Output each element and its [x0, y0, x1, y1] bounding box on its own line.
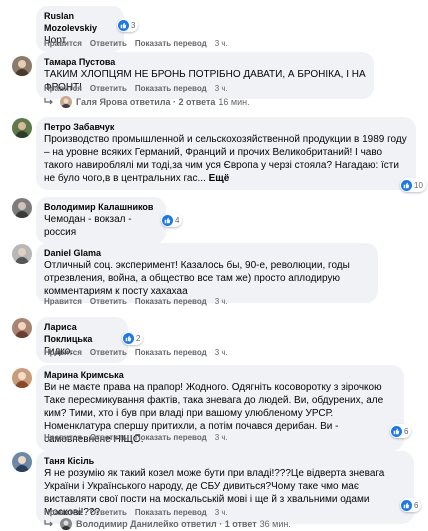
avatar[interactable]	[12, 56, 32, 76]
comment-actions: Нравится Ответить Показать перевод 3 ч.	[44, 348, 228, 357]
reply-link[interactable]: Ответить	[90, 508, 127, 517]
like-icon	[123, 332, 134, 344]
translate-link[interactable]: Показать перевод	[135, 84, 207, 93]
see-more-link[interactable]: Ещё	[209, 173, 230, 184]
comment-time[interactable]: 3 ч.	[215, 508, 228, 517]
reaction-count[interactable]: 6	[400, 498, 422, 512]
translate-link[interactable]: Показать перевод	[135, 508, 207, 517]
like-icon	[401, 179, 412, 191]
reply-link[interactable]: Ответить	[90, 297, 127, 306]
like-icon	[401, 499, 412, 511]
translate-link[interactable]: Показать перевод	[135, 348, 207, 357]
comment-text: Чемодан - вокзал - россия	[44, 214, 132, 238]
reply-link[interactable]: Ответить	[90, 433, 127, 442]
like-link[interactable]: Нравится	[44, 433, 82, 442]
reply-arrow-icon	[44, 520, 53, 527]
view-replies[interactable]: Володимир Данилейко ответил · 1 ответ 36 …	[44, 518, 291, 530]
like-link[interactable]: Нравится	[44, 84, 82, 93]
comment-actions: Нравится Ответить Показать перевод 3 ч.	[44, 39, 228, 48]
avatar[interactable]	[12, 118, 32, 138]
like-link[interactable]: Нравится	[44, 39, 82, 48]
comment-time[interactable]: 3 ч.	[215, 39, 228, 48]
reply-arrow-icon	[44, 98, 53, 105]
comment-actions: Нравится Ответить Показать перевод 3 ч.	[44, 433, 228, 442]
comment-time[interactable]: 3 ч.	[215, 297, 228, 306]
comment-actions: Нравится Ответить Показать перевод 3 ч.	[44, 84, 228, 93]
comment-bubble: Daniel Glama Отличный соц. эксперимент! …	[36, 243, 378, 303]
like-link[interactable]: Нравится	[44, 297, 82, 306]
comment-actions: Нравится Ответить Показать перевод 3 ч.	[44, 297, 228, 306]
avatar	[60, 96, 72, 108]
comment-time[interactable]: 3 ч.	[215, 84, 228, 93]
translate-link[interactable]: Показать перевод	[135, 297, 207, 306]
comment-author[interactable]: Марина Кримська	[44, 369, 396, 381]
comment-author[interactable]: Ruslan Mozolevskiy	[44, 10, 116, 34]
comment-text: Производство промышленной и сельскохозяй…	[44, 134, 407, 184]
like-link[interactable]: Нравится	[44, 508, 82, 517]
like-icon	[162, 214, 173, 226]
reply-link[interactable]: Ответить	[90, 84, 127, 93]
comment-bubble: Володимир Калашников Чемодан - вокзал - …	[36, 197, 166, 244]
comment-time[interactable]: 3 ч.	[215, 348, 228, 357]
like-link[interactable]: Нравится	[44, 348, 82, 357]
like-icon	[391, 425, 402, 437]
avatar[interactable]	[12, 452, 32, 472]
translate-link[interactable]: Показать перевод	[135, 433, 207, 442]
reaction-count[interactable]: 4	[161, 213, 183, 227]
reply-link[interactable]: Ответить	[90, 348, 127, 357]
reaction-count[interactable]: 2	[122, 331, 144, 345]
comment-bubble: Петро Забавчук Производство промышленной…	[36, 117, 416, 190]
comment-author[interactable]: Таня Кісіль	[44, 455, 406, 467]
reaction-count[interactable]: 6	[390, 424, 412, 438]
avatar[interactable]	[12, 244, 32, 264]
comment-actions: Нравится Ответить Показать перевод 3 ч.	[44, 508, 228, 517]
like-icon	[118, 19, 129, 31]
comment-time[interactable]: 3 ч.	[215, 433, 228, 442]
reaction-count[interactable]: 3	[117, 18, 139, 32]
comment-author[interactable]: Володимир Калашников	[44, 201, 158, 213]
translate-link[interactable]: Показать перевод	[135, 39, 207, 48]
comment-author[interactable]: Петро Забавчук	[44, 121, 408, 133]
avatar[interactable]	[12, 318, 32, 338]
avatar	[60, 518, 72, 530]
reply-link[interactable]: Ответить	[90, 39, 127, 48]
avatar[interactable]	[12, 368, 32, 388]
comment-author[interactable]: Daniel Glama	[44, 247, 370, 259]
comment-text: Отличный соц. эксперимент! Казалось бы, …	[44, 260, 350, 297]
comment-author[interactable]: Тамара Пустова	[44, 56, 366, 68]
view-replies[interactable]: Галя Ярова ответила · 2 ответа 16 мин.	[44, 96, 250, 108]
reaction-count[interactable]: 10	[400, 178, 426, 192]
comment-author[interactable]: Лариса Поклицька	[44, 321, 120, 345]
avatar[interactable]	[12, 198, 32, 218]
